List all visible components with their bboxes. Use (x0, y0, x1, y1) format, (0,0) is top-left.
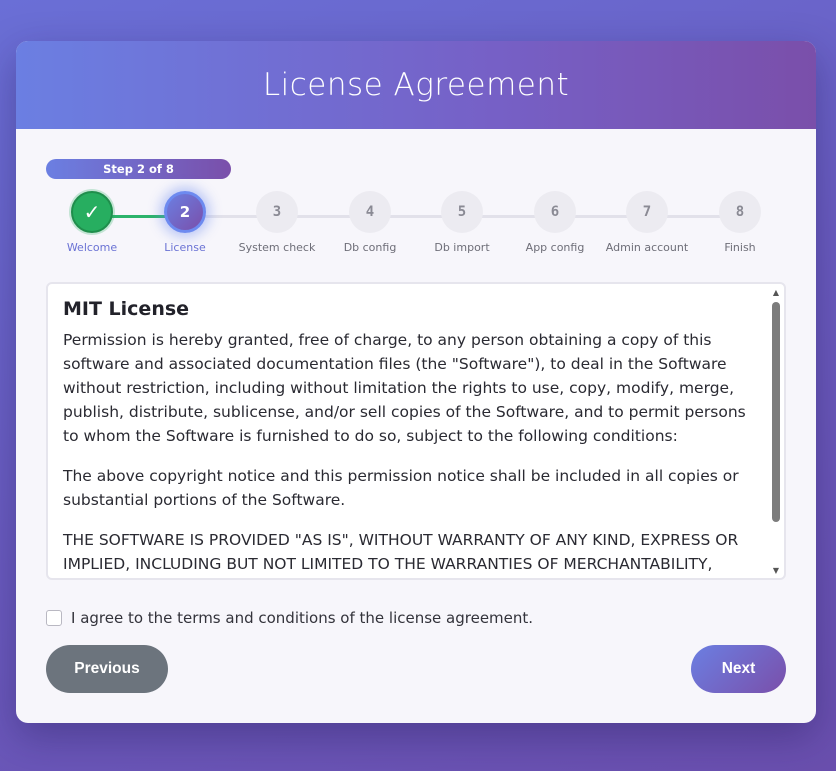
step-number: 4 (349, 191, 391, 233)
agree-row[interactable]: I agree to the terms and conditions of t… (46, 607, 533, 629)
step-db-import: 5 Db import (412, 191, 512, 254)
scroll-down-icon[interactable]: ▼ (770, 564, 782, 576)
agree-label[interactable]: I agree to the terms and conditions of t… (71, 609, 533, 627)
step-label: Db config (343, 241, 397, 254)
step-number: 8 (719, 191, 761, 233)
step-number: 5 (441, 191, 483, 233)
license-text-box[interactable]: MIT License Permission is hereby granted… (46, 282, 786, 580)
license-paragraph: The above copyright notice and this perm… (63, 467, 739, 509)
step-check-icon: ✓ (71, 191, 113, 233)
step-license[interactable]: 2 License (135, 191, 235, 254)
step-label: Admin account (605, 241, 689, 254)
step-system-check: 3 System check (227, 191, 327, 254)
step-number: 2 (164, 191, 206, 233)
step-admin-account: 7 Admin account (597, 191, 697, 254)
license-content: MIT License Permission is hereby granted… (63, 298, 763, 578)
agree-checkbox[interactable] (46, 610, 62, 626)
step-db-config: 4 Db config (320, 191, 420, 254)
step-label: System check (238, 241, 316, 254)
step-welcome[interactable]: ✓ Welcome (42, 191, 142, 254)
step-label: License (164, 241, 206, 254)
step-label: App config (525, 241, 585, 254)
step-finish: 8 Finish (690, 191, 790, 254)
license-scrollbar[interactable]: ▲ ▼ (770, 286, 782, 576)
license-paragraph: Permission is hereby granted, free of ch… (63, 331, 746, 445)
step-number: 7 (626, 191, 668, 233)
step-number: 6 (534, 191, 576, 233)
step-progress-badge: Step 2 of 8 (46, 159, 231, 179)
installer-card: License Agreement Step 2 of 8 ✓ Welcome … (16, 41, 816, 723)
step-label: Db import (434, 241, 490, 254)
license-paragraph: THE SOFTWARE IS PROVIDED "AS IS", WITHOU… (63, 531, 739, 573)
card-header: License Agreement (16, 41, 816, 129)
next-button[interactable]: Next (691, 645, 786, 693)
step-label: Finish (724, 241, 756, 254)
step-label: Welcome (66, 241, 118, 254)
license-heading: MIT License (63, 298, 190, 320)
previous-button[interactable]: Previous (46, 645, 168, 693)
wizard-stepper: ✓ Welcome 2 License 3 System check 4 Db … (46, 191, 786, 261)
scroll-up-icon[interactable]: ▲ (770, 286, 782, 298)
page-title: License Agreement (262, 67, 570, 103)
step-number: 3 (256, 191, 298, 233)
scrollbar-thumb[interactable] (772, 302, 780, 522)
step-app-config: 6 App config (505, 191, 605, 254)
